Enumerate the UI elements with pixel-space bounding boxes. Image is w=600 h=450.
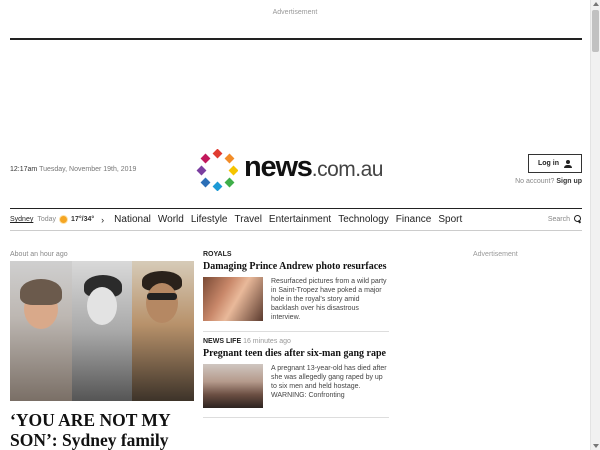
weather-temps: 17°/34° — [71, 216, 95, 223]
scroll-up-icon[interactable] — [593, 2, 599, 6]
story-divider — [203, 331, 389, 332]
login-label: Log in — [538, 160, 559, 167]
story-summary: Resurfaced pictures from a wild party in… — [271, 278, 387, 321]
scroll-down-icon[interactable] — [593, 444, 599, 448]
story-list: ROYALS Damaging Prince Andrew photo resu… — [203, 251, 389, 424]
lead-timestamp: About an hour ago — [10, 251, 68, 258]
story-thumbnail[interactable] — [203, 277, 263, 321]
scrollbar-thumb[interactable] — [592, 10, 599, 52]
photo-woman-glasses — [10, 261, 72, 401]
side-ad-label: Advertisement — [473, 251, 518, 258]
story-item[interactable]: NEWS LIFE 16 minutes ago Pregnant teen d… — [203, 338, 389, 408]
story-divider — [203, 417, 389, 418]
signup-link[interactable]: Sign up — [556, 178, 582, 185]
nav-link-national[interactable]: National — [114, 214, 151, 225]
header-datetime: 12:17am Tuesday, November 19th, 2019 — [10, 166, 136, 173]
nav-link-world[interactable]: World — [158, 214, 184, 225]
sun-icon — [60, 216, 68, 223]
nav-link-travel[interactable]: Travel — [235, 214, 262, 225]
search-icon — [574, 215, 582, 223]
story-thumbnail[interactable] — [203, 364, 263, 408]
nav-link-technology[interactable]: Technology — [338, 214, 389, 225]
main-nav: Sydney Today 17°/34° › National World Life… — [10, 208, 582, 231]
story-item[interactable]: ROYALS Damaging Prince Andrew photo resu… — [203, 251, 389, 322]
search-button[interactable]: Search — [548, 215, 582, 223]
no-account-text: No account? — [515, 178, 555, 185]
header-time: 12:17am — [10, 166, 38, 173]
nav-link-finance[interactable]: Finance — [396, 214, 432, 225]
story-section: NEWS LIFE 16 minutes ago — [203, 338, 291, 345]
user-icon — [564, 159, 572, 168]
logo-dots-icon — [196, 149, 238, 191]
chevron-right-icon[interactable]: › — [101, 215, 104, 225]
vertical-scrollbar[interactable] — [590, 0, 600, 450]
top-ad-label: Advertisement — [272, 9, 318, 16]
nav-links: National World Lifestyle Travel Entertainmen… — [114, 214, 462, 225]
lead-story-image[interactable] — [10, 261, 194, 401]
nav-link-lifestyle[interactable]: Lifestyle — [191, 214, 228, 225]
lead-story[interactable]: About an hour ago ‘YOU ARE NOT MY SON’: … — [10, 251, 194, 450]
story-section: ROYALS — [203, 251, 232, 258]
nav-link-entertainment[interactable]: Entertainment — [269, 214, 331, 225]
header-date: Tuesday, November 19th, 2019 — [39, 166, 137, 173]
top-divider — [10, 38, 582, 40]
lead-headline[interactable]: ‘YOU ARE NOT MY SON’: Sydney family torn — [10, 410, 194, 450]
story-title[interactable]: Damaging Prince Andrew photo resurfaces — [203, 261, 389, 272]
story-summary: A pregnant 13-year-old has died after sh… — [271, 365, 387, 399]
weather-city[interactable]: Sydney — [10, 216, 33, 223]
story-title[interactable]: Pregnant teen dies after six-man gang ra… — [203, 348, 389, 359]
weather-widget[interactable]: Sydney Today 17°/34° › — [10, 215, 104, 225]
signup-prompt: No account? Sign up — [496, 178, 582, 185]
site-logo[interactable]: news.com.au — [196, 149, 396, 191]
photo-young-man — [132, 261, 194, 401]
weather-day: Today — [37, 216, 57, 223]
photo-older-woman — [72, 261, 132, 401]
nav-link-sport[interactable]: Sport — [438, 214, 462, 225]
logo-wordmark: news.com.au — [244, 151, 383, 183]
search-label: Search — [547, 215, 570, 223]
login-button[interactable]: Log in — [528, 154, 582, 173]
